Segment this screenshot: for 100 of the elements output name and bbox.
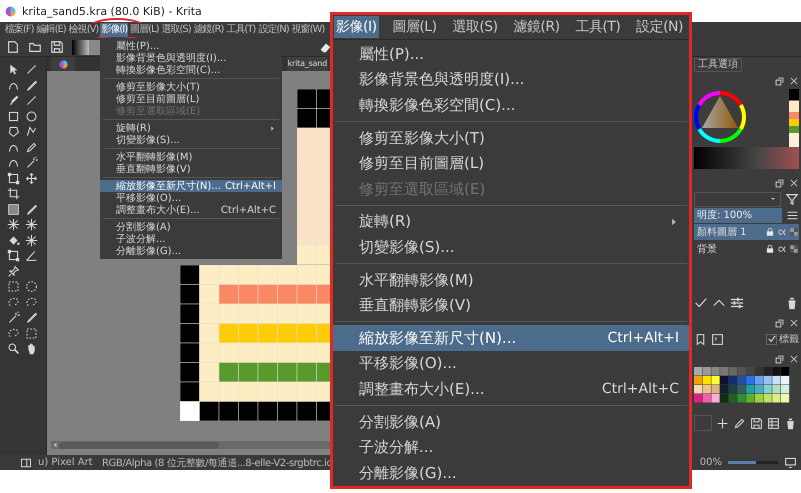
- bookmark-icon[interactable]: [694, 332, 707, 346]
- pencil-icon[interactable]: [24, 140, 38, 154]
- check-icon[interactable]: [694, 296, 708, 310]
- sparkle-icon[interactable]: [24, 234, 38, 246]
- transform-icon[interactable]: [6, 172, 20, 184]
- tool-options-tab[interactable]: 工具選項: [694, 58, 742, 72]
- save-icon[interactable]: [50, 40, 64, 54]
- lock-icon[interactable]: [765, 244, 775, 254]
- menu-option[interactable]: 切變影像(S)...: [100, 134, 282, 146]
- menu-item[interactable]: 檢視(V): [68, 23, 100, 37]
- document-tab[interactable]: krita_sand: [286, 57, 328, 71]
- eyedropper-icon[interactable]: [24, 311, 38, 324]
- menu-option[interactable]: 分割影像(A): [333, 409, 689, 435]
- menu-option[interactable]: 轉換影像色彩空間(C)...: [100, 64, 282, 76]
- float-icon[interactable]: [774, 354, 785, 364]
- monitor-icon[interactable]: [784, 456, 797, 469]
- layer-row[interactable]: 顏料圖層 1: [694, 224, 799, 240]
- menu-option[interactable]: 旋轉(R): [333, 209, 689, 235]
- menu-option[interactable]: 影像背景色與透明度(I)...: [333, 67, 689, 93]
- menu-option[interactable]: 平移影像(O)...: [100, 192, 282, 204]
- float-icon[interactable]: [774, 76, 785, 86]
- color-history-strip[interactable]: [789, 89, 799, 147]
- sparkle-icon[interactable]: [24, 218, 38, 231]
- menu-item[interactable]: 設定(N): [634, 16, 685, 38]
- frame-icon[interactable]: [711, 332, 724, 346]
- menu-option[interactable]: 縮放影像至新尺寸(N)... Ctrl+Alt+I: [333, 325, 689, 352]
- menu-item[interactable]: 工具(T): [573, 16, 622, 38]
- sparkle-icon[interactable]: [6, 218, 20, 231]
- crop-icon[interactable]: [6, 187, 20, 200]
- line-icon[interactable]: [24, 63, 38, 76]
- menu-option[interactable]: 調整畫布大小(E)... Ctrl+Alt+C: [333, 376, 689, 402]
- menu-option[interactable]: 分離影像(G)...: [100, 245, 282, 257]
- polyline-icon[interactable]: [24, 125, 38, 138]
- close-icon[interactable]: [789, 178, 799, 188]
- sliders-icon[interactable]: [730, 296, 744, 310]
- ellipse-select-icon[interactable]: [24, 280, 38, 293]
- menu-option[interactable]: 修剪至目前圖層(L): [333, 150, 689, 176]
- rect-select-icon[interactable]: [24, 326, 38, 340]
- magic-wand-icon[interactable]: [6, 311, 20, 324]
- lasso-icon[interactable]: [24, 296, 38, 308]
- menu-option[interactable]: 修剪至影像大小(T): [333, 125, 689, 151]
- float-icon[interactable]: [774, 318, 785, 328]
- palette-swatches-drawing[interactable]: [694, 367, 790, 403]
- menu-option[interactable]: 切變影像(S)...: [333, 234, 689, 260]
- square-icon[interactable]: [6, 110, 20, 122]
- menu-option[interactable]: 分離影像(G)...: [333, 460, 689, 486]
- menu-option[interactable]: 分割影像(A): [100, 221, 282, 233]
- folder-icon[interactable]: [28, 40, 42, 54]
- pin-icon[interactable]: [6, 264, 20, 278]
- menu-option[interactable]: 子波分解...: [100, 233, 282, 245]
- close-icon[interactable]: [789, 318, 799, 328]
- document-tab[interactable]: [51, 57, 75, 71]
- line-icon[interactable]: [24, 94, 38, 107]
- move-icon[interactable]: [24, 172, 38, 184]
- menu-option[interactable]: 水平翻轉影像(M): [100, 151, 282, 163]
- angle-icon[interactable]: [24, 249, 38, 262]
- menu-option[interactable]: 調整畫布大小(E)... Ctrl+Alt+C: [100, 204, 282, 216]
- panel-icon[interactable]: [20, 456, 32, 468]
- menu-item[interactable]: 選取(S): [450, 16, 500, 38]
- close-icon[interactable]: [789, 354, 799, 364]
- menu-option[interactable]: 屬性(P)...: [100, 40, 282, 52]
- zoom-slider-track[interactable]: [728, 461, 778, 464]
- menu-option[interactable]: 垂直翻轉影像(V): [333, 292, 689, 318]
- menu-item[interactable]: 工具(T): [225, 23, 256, 37]
- plus-icon[interactable]: [716, 416, 729, 430]
- menu-option[interactable]: 平移影像(O)...: [333, 351, 689, 377]
- checker-icon[interactable]: [789, 244, 799, 254]
- filter-icon[interactable]: [785, 192, 799, 206]
- lasso-icon[interactable]: [6, 296, 20, 308]
- lock-icon[interactable]: [765, 227, 775, 237]
- rect-select-icon[interactable]: [6, 280, 20, 293]
- menu-option[interactable]: 旋轉(R): [100, 122, 282, 134]
- magnifier-icon[interactable]: [6, 342, 20, 355]
- new-document-icon[interactable]: [6, 40, 20, 54]
- caret-left-icon[interactable]: [51, 441, 59, 449]
- menu-option[interactable]: 影像背景色與透明度(I)...: [100, 52, 282, 64]
- menu-item[interactable]: 濾鏡(R): [511, 16, 562, 38]
- grid-icon[interactable]: [767, 416, 780, 430]
- menu-item[interactable]: 圖層(L): [390, 16, 439, 38]
- menu-option[interactable]: 垂直翻轉影像(V): [100, 163, 282, 175]
- polygon-icon[interactable]: [6, 125, 20, 138]
- menu-option[interactable]: 子波分解...: [333, 434, 689, 460]
- float-icon[interactable]: [774, 178, 785, 188]
- circle-icon[interactable]: [24, 110, 38, 122]
- fill-bucket-icon[interactable]: [6, 234, 20, 246]
- eyedropper-icon[interactable]: [24, 78, 38, 92]
- transform-icon[interactable]: [6, 249, 20, 262]
- checkbox[interactable]: [766, 334, 777, 344]
- pencil-icon[interactable]: [733, 416, 746, 430]
- menu-option[interactable]: 轉換影像色彩空間(C)...: [333, 92, 689, 118]
- checker-icon[interactable]: [789, 227, 799, 237]
- eyedropper-icon[interactable]: [24, 202, 38, 216]
- menu-item[interactable]: 圖層(L): [129, 23, 160, 37]
- menu-option[interactable]: 水平翻轉影像(M): [333, 267, 689, 293]
- save-icon[interactable]: [750, 416, 763, 430]
- magic-wand-icon[interactable]: [24, 156, 38, 169]
- menu-item[interactable]: 影像(I): [100, 23, 128, 37]
- scrollbar-thumb[interactable]: [59, 442, 219, 448]
- close-icon[interactable]: [789, 76, 799, 86]
- menu-option[interactable]: 修剪至影像大小(T): [100, 81, 282, 93]
